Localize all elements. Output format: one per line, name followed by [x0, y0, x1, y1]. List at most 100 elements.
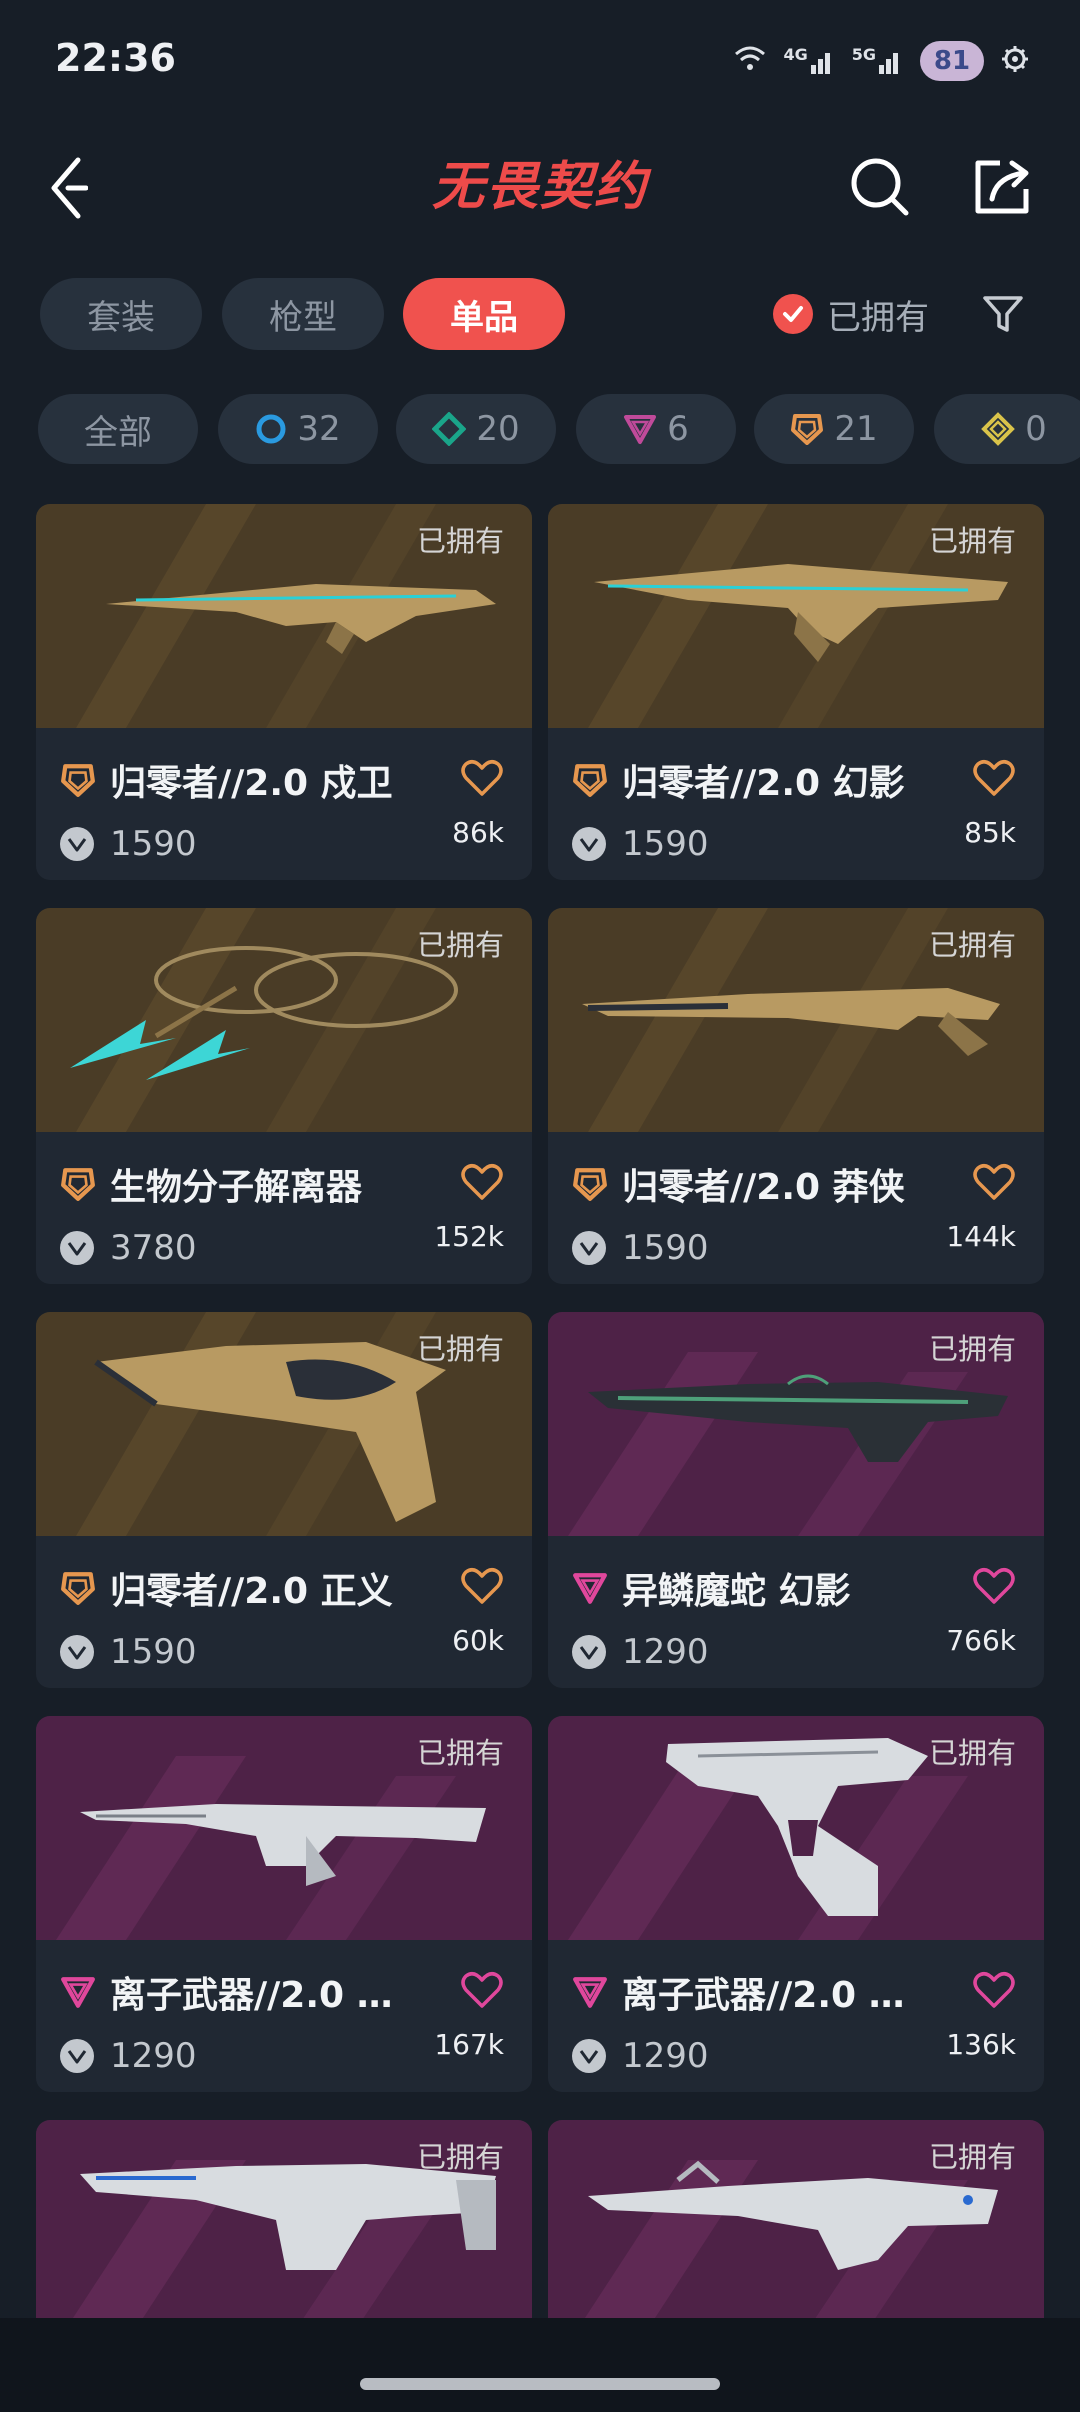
price-row: 1590 [60, 1630, 197, 1674]
chip-deluxe-tier[interactable]: 20 [396, 394, 556, 464]
skin-card[interactable]: 已拥有 异鳞魔蛇 幻影 766k 1290 [548, 1312, 1044, 1688]
search-button[interactable] [840, 142, 920, 232]
like-count: 60k [452, 1624, 504, 1657]
skin-name-row: 归零者//2.0 戍卫 [60, 752, 420, 808]
skin-name: 异鳞魔蛇 幻影 [622, 1571, 851, 1612]
heart-favorite-icon[interactable] [972, 756, 1016, 800]
skin-name-row: 归零者//2.0 莽侠 [572, 1156, 932, 1212]
skin-card[interactable]: 已拥有 离子武器//2.0 狂... 136k 1290 [548, 1716, 1044, 2092]
heart-favorite-icon[interactable] [460, 1564, 504, 1608]
price-row: 1290 [60, 2034, 197, 2078]
skin-name-row: 离子武器//2.0 战... [60, 1964, 420, 2020]
owned-filter-toggle[interactable]: 已拥有 [773, 282, 929, 346]
skin-name-row: 生物分子解离器 [60, 1156, 420, 1212]
wifi-icon [733, 44, 767, 78]
skin-price: 1590 [110, 824, 197, 864]
skin-card[interactable]: 已拥有 生物分子解离器 152k 3780 [36, 908, 532, 1284]
like-count: 167k [434, 2028, 504, 2061]
vp-currency-icon [572, 2039, 606, 2073]
owned-badge: 已拥有 [416, 524, 504, 558]
tab-single-items[interactable]: 单品 [403, 278, 565, 350]
skin-card[interactable]: 已拥有 归零者//2.0 莽侠 144k 1590 [548, 908, 1044, 1284]
chip-exclusive-tier[interactable]: 0 [934, 394, 1080, 464]
skin-card[interactable]: 已拥有 归零者//2.0 幻影 85k 1590 [548, 504, 1044, 880]
skin-name-row: 归零者//2.0 正义 [60, 1560, 420, 1616]
settings-gear-icon [1000, 44, 1030, 78]
filter-button[interactable] [975, 284, 1031, 344]
owned-badge: 已拥有 [416, 2140, 504, 2174]
skin-price: 1590 [110, 1632, 197, 1672]
skin-card[interactable]: 已拥有 离子武器//2.0 战... 167k 1290 [36, 1716, 532, 2092]
skin-card[interactable]: 已拥有 归零者//2.0 正义 60k 1590 [36, 1312, 532, 1688]
skin-name: 生物分子解离器 [110, 1167, 363, 1208]
battery-indicator: 81 [920, 41, 984, 81]
heart-favorite-icon[interactable] [972, 1968, 1016, 2012]
ultra-tier-icon [573, 764, 607, 797]
ultra-tier-icon [573, 1168, 607, 1201]
price-row: 1290 [572, 1630, 709, 1674]
skin-name-row: 异鳞魔蛇 幻影 [572, 1560, 932, 1616]
ultra-tier-icon [61, 1168, 95, 1201]
skin-name: 归零者//2.0 正义 [110, 1571, 393, 1612]
vp-currency-icon [572, 1635, 606, 1669]
price-row: 3780 [60, 1226, 197, 1270]
skin-price: 1290 [622, 2036, 709, 2076]
owned-badge: 已拥有 [928, 928, 1016, 962]
chip-ultra-tier[interactable]: 21 [754, 394, 914, 464]
skin-card[interactable]: 已拥有 归零者//2.0 戍卫 86k 1590 [36, 504, 532, 880]
vp-currency-icon [60, 1635, 94, 1669]
premium-tier-icon [61, 1977, 95, 2008]
skin-price: 1590 [622, 824, 709, 864]
premium-tier-icon [573, 1573, 607, 1604]
skin-name: 离子武器//2.0 战... [110, 1975, 420, 2016]
ultra-tier-icon [61, 1572, 95, 1605]
ultra-tier-icon [791, 414, 824, 445]
skin-name-row: 离子武器//2.0 狂... [572, 1964, 932, 2020]
chip-premium-count: 6 [667, 409, 689, 449]
chip-all[interactable]: 全部 [38, 394, 198, 464]
skin-grid: 已拥有 归零者//2.0 戍卫 86k 1590 已拥有 归零者//2.0 幻影 [0, 504, 1080, 2318]
skin-price: 1590 [622, 1228, 709, 1268]
tab-bundles[interactable]: 套装 [40, 278, 202, 350]
checkmark-icon [773, 294, 813, 334]
chip-all-label: 全部 [84, 412, 152, 453]
vp-currency-icon [60, 2039, 94, 2073]
gesture-nav-area [0, 2318, 1080, 2412]
like-count: 85k [964, 816, 1016, 849]
vp-currency-icon [60, 1231, 94, 1265]
vp-currency-icon [572, 1231, 606, 1265]
like-count: 766k [946, 1624, 1016, 1657]
home-indicator[interactable] [360, 2378, 720, 2390]
skin-card[interactable]: 已拥有 [36, 2120, 532, 2318]
skin-name: 离子武器//2.0 狂... [622, 1975, 932, 2016]
like-count: 144k [946, 1220, 1016, 1253]
heart-favorite-icon[interactable] [460, 1968, 504, 2012]
share-button[interactable] [962, 142, 1042, 232]
vp-currency-icon [60, 827, 94, 861]
tab-weapon-types[interactable]: 枪型 [222, 278, 384, 350]
chip-ultra-count: 21 [834, 409, 878, 449]
price-row: 1590 [572, 1226, 709, 1270]
chip-select-tier[interactable]: 32 [218, 394, 378, 464]
skin-name: 归零者//2.0 莽侠 [622, 1167, 905, 1208]
skin-name: 归零者//2.0 幻影 [622, 763, 905, 804]
skin-name-row: 归零者//2.0 幻影 [572, 752, 932, 808]
premium-tier-icon [573, 1977, 607, 2008]
owned-badge: 已拥有 [416, 928, 504, 962]
chip-premium-tier[interactable]: 6 [576, 394, 736, 464]
owned-badge: 已拥有 [928, 1332, 1016, 1366]
status-bar: 22:36 4G 5G 81 [0, 0, 1080, 120]
price-row: 1290 [572, 2034, 709, 2078]
owned-badge: 已拥有 [928, 524, 1016, 558]
search-icon [851, 158, 909, 216]
heart-favorite-icon[interactable] [460, 756, 504, 800]
heart-favorite-icon[interactable] [972, 1564, 1016, 1608]
premium-tier-icon [624, 415, 657, 444]
skin-price: 1290 [110, 2036, 197, 2076]
heart-favorite-icon[interactable] [460, 1160, 504, 1204]
chip-select-count: 32 [297, 409, 341, 449]
skin-name: 归零者//2.0 戍卫 [110, 763, 393, 804]
status-icons: 4G 5G 81 [733, 36, 1030, 86]
skin-card[interactable]: 已拥有 [548, 2120, 1044, 2318]
heart-favorite-icon[interactable] [972, 1160, 1016, 1204]
